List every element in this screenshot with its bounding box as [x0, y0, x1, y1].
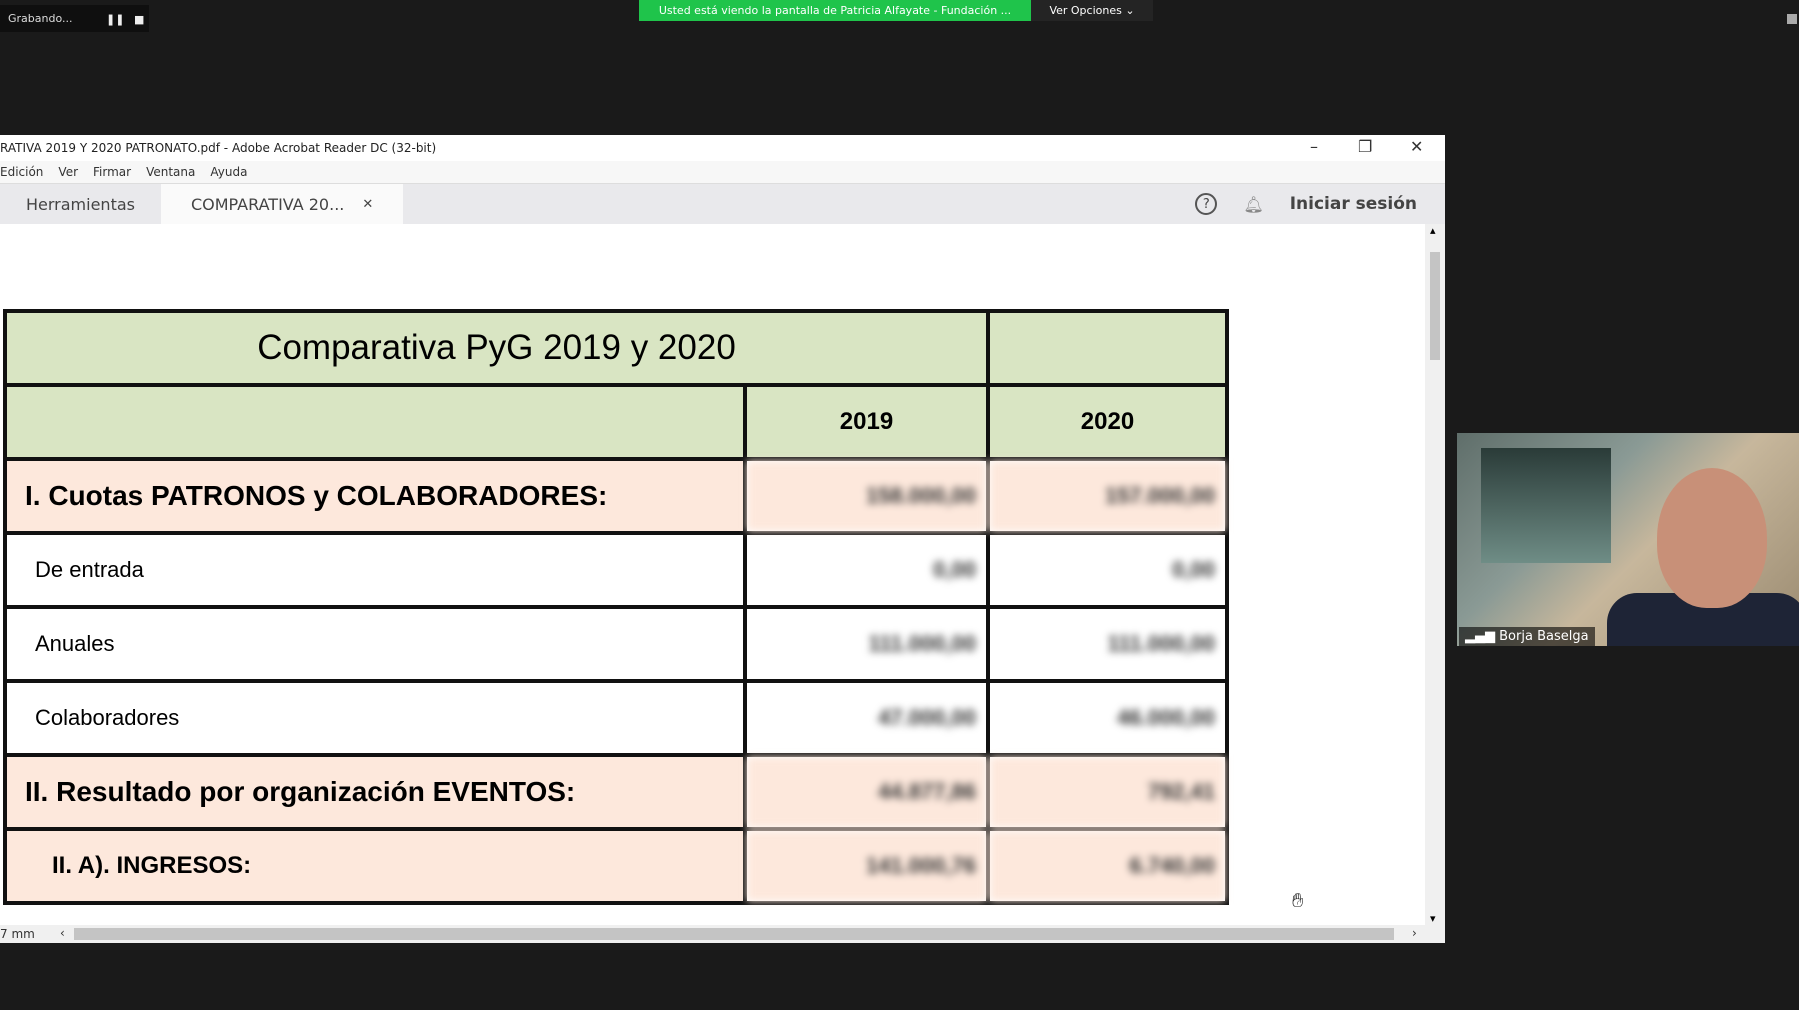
- participant-face: [1657, 468, 1767, 608]
- close-icon[interactable]: ✕: [1410, 137, 1423, 156]
- table-row: II. Resultado por organización EVENTOS: …: [3, 753, 1229, 831]
- scroll-up-icon[interactable]: ▴: [1430, 224, 1436, 237]
- stop-icon[interactable]: ■: [134, 13, 144, 26]
- minimize-icon[interactable]: –: [1310, 137, 1318, 156]
- value-2019: 44.877,86: [743, 753, 990, 831]
- tab-tools[interactable]: Herramientas: [0, 184, 161, 224]
- tab-bar: Herramientas COMPARATIVA 20... ✕ ? 🔔︎ In…: [0, 184, 1445, 224]
- recording-indicator: Grabando... ❚❚ ■: [0, 5, 149, 32]
- acrobat-window: RATIVA 2019 Y 2020 PATRONATO.pdf - Adobe…: [0, 135, 1445, 943]
- participant-name: Borja Baselga: [1499, 629, 1589, 644]
- scroll-left-icon[interactable]: ‹: [60, 926, 65, 940]
- table-row: I. Cuotas PATRONOS y COLABORADORES: 158.…: [3, 457, 1229, 535]
- value-2020: 46.000,00: [986, 679, 1229, 757]
- table-row: Anuales 111.000,00 111.000,00: [3, 605, 1229, 683]
- value-2020: 0,00: [986, 531, 1229, 609]
- vertical-scrollbar[interactable]: ▴ ▾: [1425, 224, 1445, 925]
- grid-view-icon[interactable]: [1787, 14, 1797, 24]
- chevron-down-icon: ⌄: [1125, 4, 1135, 17]
- empty-label-header: [3, 383, 747, 461]
- menu-firmar[interactable]: Firmar: [93, 165, 131, 179]
- bell-icon[interactable]: 🔔︎: [1243, 195, 1263, 214]
- table-row: II. A). INGRESOS: 141.000,76 6.740,00: [3, 827, 1229, 905]
- row-label: Colaboradores: [3, 679, 747, 757]
- pdf-page: Comparativa PyG 2019 y 2020 2019 2020 I.…: [0, 224, 1425, 925]
- close-tab-icon[interactable]: ✕: [362, 197, 373, 212]
- page-size-label: 7 mm: [0, 927, 35, 941]
- pause-icon[interactable]: ❚❚: [106, 13, 124, 26]
- sign-in-button[interactable]: Iniciar sesión: [1290, 194, 1417, 214]
- row-label: Anuales: [3, 605, 747, 683]
- value-2019: 141.000,76: [743, 827, 990, 905]
- table-row: Colaboradores 47.000,00 46.000,00: [3, 679, 1229, 757]
- empty-header-cell: [986, 309, 1229, 387]
- value-2019: 47.000,00: [743, 679, 990, 757]
- signal-icon: ▂▄▆: [1465, 629, 1495, 644]
- hand-cursor-icon: ✋︎: [1292, 888, 1304, 912]
- menu-ayuda[interactable]: Ayuda: [210, 165, 247, 179]
- value-2020: 792,41: [986, 753, 1229, 831]
- menu-ver[interactable]: Ver: [58, 165, 78, 179]
- table-title: Comparativa PyG 2019 y 2020: [3, 309, 990, 387]
- menu-edicion[interactable]: Edición: [0, 165, 43, 179]
- background-painting: [1481, 448, 1611, 563]
- participant-name-tag: ▂▄▆ Borja Baselga: [1459, 627, 1595, 646]
- value-2019: 158.000,00: [743, 457, 990, 535]
- title-bar: RATIVA 2019 Y 2020 PATRONATO.pdf - Adobe…: [0, 135, 1445, 161]
- horizontal-scrollbar[interactable]: 7 mm ‹ ›: [0, 925, 1445, 943]
- row-label: De entrada: [3, 531, 747, 609]
- row-label: I. Cuotas PATRONOS y COLABORADORES:: [3, 457, 747, 535]
- menu-bar: Edición Ver Firmar Ventana Ayuda: [0, 161, 1445, 184]
- comparison-table: Comparativa PyG 2019 y 2020 2019 2020 I.…: [3, 309, 1229, 905]
- tab-document-label: COMPARATIVA 20...: [190, 194, 345, 214]
- value-2020: 6.740,00: [986, 827, 1229, 905]
- scroll-thumb[interactable]: [1430, 252, 1440, 360]
- row-label: II. A). INGRESOS:: [3, 827, 747, 905]
- tab-document[interactable]: COMPARATIVA 20... ✕: [160, 184, 404, 224]
- scroll-right-icon[interactable]: ›: [1412, 926, 1417, 940]
- restore-icon[interactable]: ❐: [1358, 137, 1372, 156]
- horizontal-scroll-thumb[interactable]: [74, 928, 1394, 940]
- window-title: RATIVA 2019 Y 2020 PATRONATO.pdf - Adobe…: [0, 141, 437, 155]
- screen-share-banner: Usted está viendo la pantalla de Patrici…: [639, 0, 1031, 21]
- recording-label: Grabando...: [8, 12, 73, 25]
- participant-video[interactable]: ▂▄▆ Borja Baselga: [1457, 433, 1799, 646]
- row-label: II. Resultado por organización EVENTOS:: [3, 753, 747, 831]
- table-row: De entrada 0,00 0,00: [3, 531, 1229, 609]
- value-2020: 157.000,00: [986, 457, 1229, 535]
- view-options-button[interactable]: Ver Opciones ⌄: [1031, 0, 1153, 21]
- year-2019-header: 2019: [743, 383, 990, 461]
- value-2020: 111.000,00: [986, 605, 1229, 683]
- scroll-down-icon[interactable]: ▾: [1430, 912, 1436, 925]
- menu-ventana[interactable]: Ventana: [146, 165, 195, 179]
- value-2019: 0,00: [743, 531, 990, 609]
- year-2020-header: 2020: [986, 383, 1229, 461]
- view-options-label: Ver Opciones: [1049, 4, 1122, 17]
- help-icon[interactable]: ?: [1195, 193, 1218, 215]
- value-2019: 111.000,00: [743, 605, 990, 683]
